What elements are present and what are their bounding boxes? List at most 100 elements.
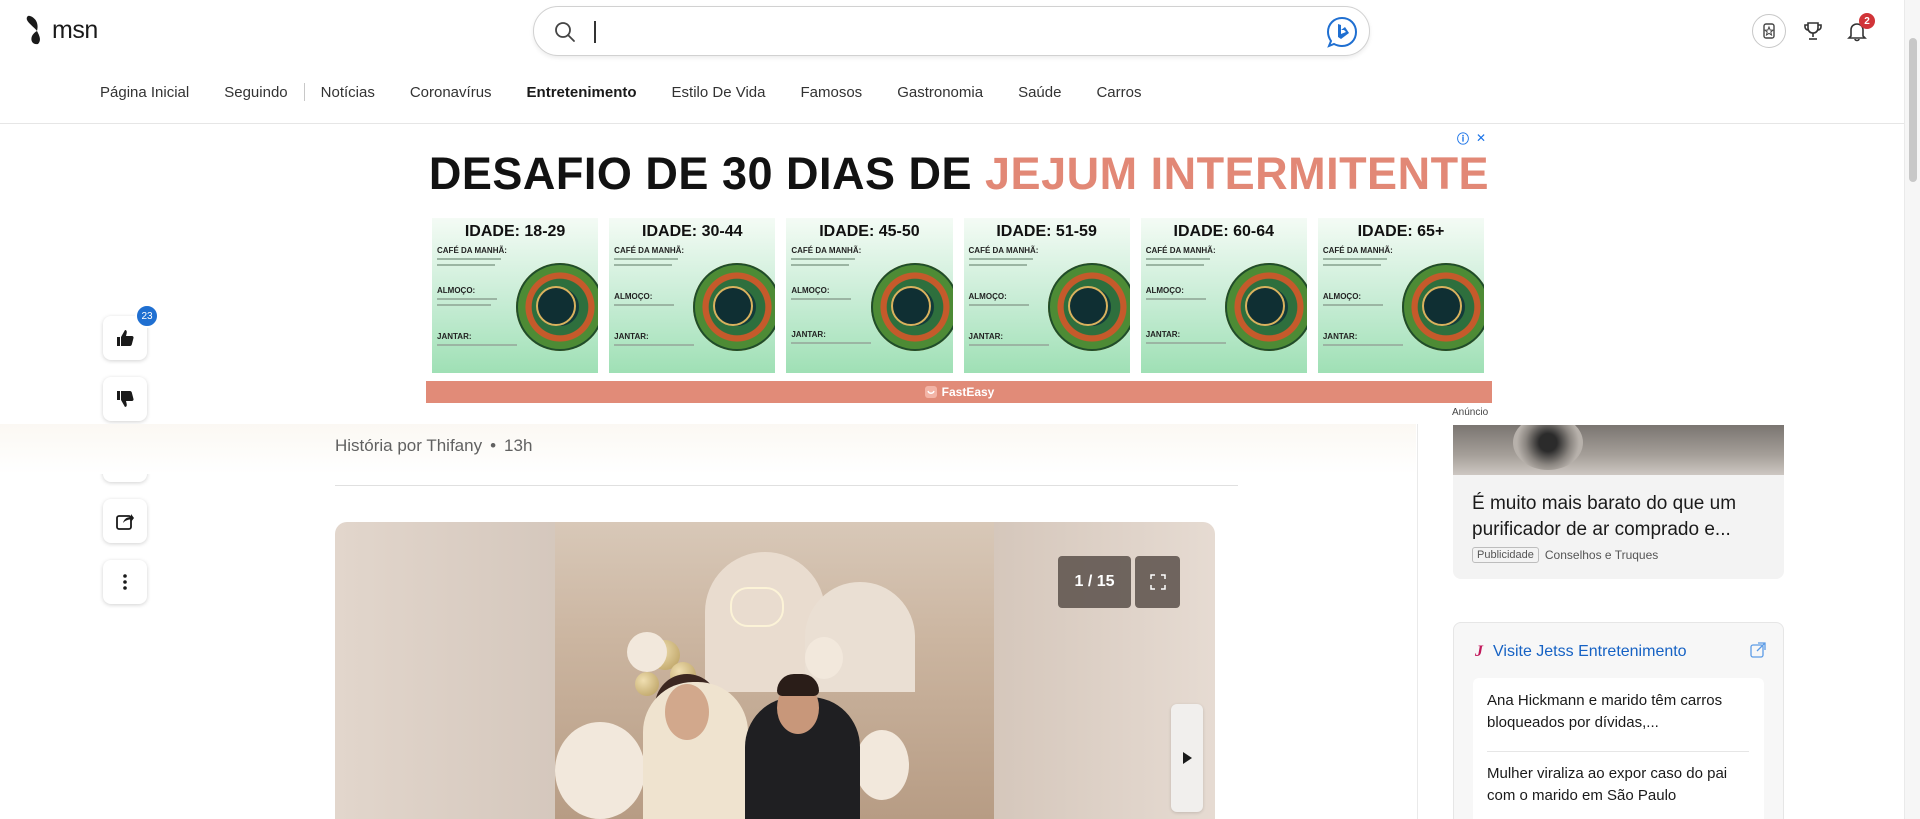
ad-meal-label: JANTAR:: [791, 330, 826, 339]
expand-icon: [1149, 574, 1166, 590]
search-input[interactable]: [598, 17, 1278, 47]
ad-card: IDADE: 45-50 CAFÉ DA MANHÃ: ALMOÇO: JANT…: [786, 218, 953, 373]
msn-logo[interactable]: msn: [26, 14, 98, 46]
ad-meal-label: CAFÉ DA MANHÃ:: [791, 246, 862, 255]
header-actions: 2: [1752, 13, 1875, 48]
like-button[interactable]: 23: [103, 304, 159, 360]
nav-item-coronavirus[interactable]: Coronavírus: [410, 84, 492, 101]
visit-publisher-link[interactable]: Visite Jetss Entretenimento: [1493, 643, 1687, 661]
ad-close-icon[interactable]: ✕: [1474, 131, 1488, 145]
ad-brand-bar[interactable]: FastEasy: [426, 381, 1492, 403]
ad-cards: IDADE: 18-29 CAFÉ DA MANHÃ: ALMOÇO: JANT…: [432, 218, 1485, 374]
ad-text-line: [437, 304, 491, 306]
ad-card-age: IDADE: 60-64: [1173, 223, 1275, 240]
ad-card-age: IDADE: 18-29: [464, 223, 566, 240]
sponsored-title[interactable]: É muito mais barato do que um purificado…: [1472, 491, 1772, 543]
fullscreen-button[interactable]: [1135, 556, 1180, 608]
ad-banner[interactable]: DESAFIO DE 30 DIAS DE JEJUM INTERMITENTE…: [426, 132, 1492, 403]
nav-separator: [303, 83, 305, 101]
photo-teddy-bear: [627, 632, 667, 672]
ad-text-line: [1145, 342, 1226, 344]
ad-brand-name: FastEasy: [941, 385, 995, 399]
ad-text-line: [1145, 298, 1206, 300]
butterfly-icon: [26, 15, 40, 45]
sponsored-source[interactable]: Conselhos e Truques: [1545, 548, 1658, 562]
ad-text-line: [614, 258, 679, 260]
ad-card-age: IDADE: 30-44: [642, 223, 743, 240]
photo-balloon: [635, 672, 659, 696]
slide-counter: 1 / 15: [1058, 556, 1131, 608]
sponsored-card[interactable]: É muito mais barato do que um purificado…: [1453, 425, 1784, 579]
ad-card: IDADE: 30-44 CAFÉ DA MANHÃ: ALMOÇO: JANT…: [609, 218, 776, 373]
nav-item-seguindo[interactable]: Seguindo: [224, 84, 287, 101]
notifications-badge: 2: [1859, 13, 1875, 29]
nav-item-saude[interactable]: Saúde: [1018, 84, 1061, 101]
rewards-button[interactable]: [1752, 14, 1786, 48]
fasteasy-logo-icon: [924, 386, 937, 398]
ad-text-line: [437, 264, 495, 266]
search-box[interactable]: [533, 6, 1370, 56]
article-header-band: [0, 424, 1416, 474]
ad-text-line: [437, 344, 517, 346]
nav-item-estilo-de-vida[interactable]: Estilo De Vida: [672, 84, 766, 101]
article-byline: História por Thifany • 13h: [335, 436, 532, 456]
text-cursor: [594, 21, 596, 43]
ad-meal-label: JANTAR:: [968, 332, 1004, 341]
photo-teddy-bear: [805, 637, 843, 679]
ad-controls: ⓘ ✕: [1456, 131, 1488, 146]
share-button[interactable]: [103, 499, 147, 543]
nav-item-noticias[interactable]: Notícias: [321, 84, 375, 101]
more-vertical-icon: [123, 574, 127, 590]
ad-card: IDADE: 51-59 CAFÉ DA MANHÃ: ALMOÇO: JANT…: [963, 218, 1130, 373]
photo-teddy-bear: [555, 722, 645, 819]
list-divider: [1487, 751, 1749, 752]
sponsored-image: [1453, 425, 1784, 475]
ad-meal-label: CAFÉ DA MANHÃ:: [437, 246, 507, 255]
ad-card-age: IDADE: 65+: [1357, 223, 1445, 240]
ad-meal-label: ALMOÇO:: [968, 292, 1007, 301]
nav-item-famosos[interactable]: Famosos: [801, 84, 863, 101]
ad-text-line: [1322, 304, 1383, 306]
next-slide-button[interactable]: [1171, 704, 1203, 812]
more-options-button[interactable]: [103, 560, 147, 604]
ad-text-line: [968, 344, 1049, 346]
nav-item-entretenimento[interactable]: Entretenimento: [527, 84, 637, 101]
publisher-article-link[interactable]: Ana Hickmann e marido têm carros bloquea…: [1487, 690, 1749, 734]
ad-text-line: [968, 258, 1033, 260]
ad-label: Anúncio: [1452, 407, 1489, 418]
achievements-button[interactable]: [1796, 14, 1830, 48]
ad-info-icon[interactable]: ⓘ: [1456, 131, 1470, 146]
page-scrollbar[interactable]: [1904, 0, 1920, 819]
ad-meal-label: JANTAR:: [1145, 330, 1181, 339]
ad-text-line: [791, 342, 872, 344]
ad-meal-label: JANTAR:: [614, 332, 649, 341]
nav-item-gastronomia[interactable]: Gastronomia: [897, 84, 983, 101]
sponsored-image-object: [1513, 425, 1583, 470]
ad-text-line: [791, 298, 852, 300]
photo-neon-sign: [730, 587, 784, 627]
publisher-articles: Ana Hickmann e marido têm carros bloquea…: [1473, 678, 1764, 819]
byline-author[interactable]: História por Thifany: [335, 436, 482, 455]
jetss-logo-icon: J: [1475, 643, 1483, 660]
ad-meal-label: ALMOÇO:: [791, 286, 830, 295]
publisher-header[interactable]: J Visite Jetss Entretenimento: [1475, 643, 1687, 661]
scrollbar-thumb[interactable]: [1909, 38, 1917, 182]
photo-person: [665, 684, 709, 740]
ad-card: IDADE: 60-64 CAFÉ DA MANHÃ: ALMOÇO: JANT…: [1140, 218, 1307, 373]
publisher-article-link[interactable]: Mulher viraliza ao expor caso do pai com…: [1487, 763, 1749, 807]
image-slideshow[interactable]: 1 / 15: [335, 522, 1215, 819]
ad-card-age: IDADE: 45-50: [819, 223, 920, 240]
clock-image: [890, 286, 931, 326]
dislike-button[interactable]: [103, 377, 147, 421]
ad-meal-label: CAFÉ DA MANHÃ:: [1145, 246, 1216, 255]
trophy-icon: [1804, 22, 1822, 40]
nav-item-carros[interactable]: Carros: [1096, 84, 1141, 101]
notifications-button[interactable]: 2: [1840, 13, 1875, 48]
ad-text-line: [1322, 344, 1403, 346]
ad-title-main: DESAFIO DE 30 DIAS DE: [428, 148, 986, 199]
clock-image: [1244, 286, 1285, 326]
thumbs-down-icon: [117, 391, 134, 407]
external-link-icon[interactable]: [1749, 641, 1767, 659]
nav-item-pagina-inicial[interactable]: Página Inicial: [100, 84, 189, 101]
bing-chat-icon[interactable]: [1325, 15, 1359, 49]
